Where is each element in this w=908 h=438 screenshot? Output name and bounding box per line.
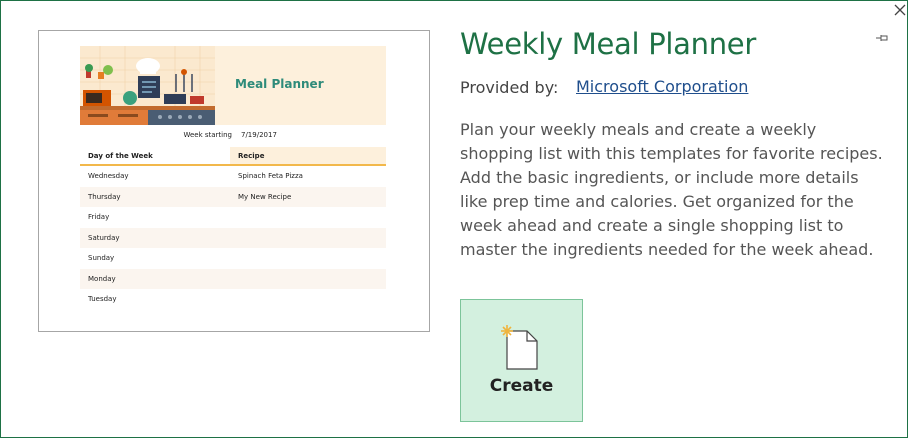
day-cell: Wednesday bbox=[88, 172, 129, 181]
close-icon[interactable] bbox=[893, 3, 907, 17]
table-row: Wednesday Spinach Feta Pizza bbox=[80, 165, 386, 187]
recipe-cell: My New Recipe bbox=[230, 186, 386, 207]
table-row: Saturday bbox=[80, 227, 386, 248]
recipe-cell bbox=[230, 268, 386, 289]
day-cell: Tuesday bbox=[88, 295, 117, 304]
template-dialog: Meal Planner Week starting 7/19/2017 Day… bbox=[0, 0, 908, 438]
preview-banner: Meal Planner bbox=[80, 46, 386, 125]
recipe-cell bbox=[230, 227, 386, 248]
table-row: Thursday My New Recipe bbox=[80, 186, 386, 207]
new-document-icon bbox=[501, 325, 538, 370]
table-row: Sunday bbox=[80, 248, 386, 269]
recipe-cell: Spinach Feta Pizza bbox=[238, 172, 303, 181]
recipe-cell bbox=[230, 289, 386, 310]
template-title: Weekly Meal Planner bbox=[460, 27, 756, 61]
create-button[interactable]: Create bbox=[460, 299, 583, 422]
header-recipe: Recipe bbox=[230, 147, 386, 166]
header-day: Day of the Week bbox=[80, 147, 230, 166]
table-row: Friday bbox=[80, 207, 386, 228]
provided-by-label: Provided by: bbox=[460, 78, 559, 97]
day-cell: Sunday bbox=[88, 254, 115, 263]
preview-week-value: 7/19/2017 bbox=[241, 131, 277, 139]
recipe-cell bbox=[230, 207, 386, 228]
preview-meal-table: Day of the Week Recipe Wednesday Spinach… bbox=[80, 147, 386, 310]
preview-week-row: Week starting 7/19/2017 bbox=[80, 125, 386, 147]
create-label: Create bbox=[489, 376, 554, 396]
pin-icon[interactable] bbox=[875, 33, 889, 43]
preview-sheet: Meal Planner Week starting 7/19/2017 Day… bbox=[80, 46, 386, 310]
table-row: Tuesday bbox=[80, 289, 386, 310]
template-description: Plan your weekly meals and create a week… bbox=[460, 120, 883, 259]
provider-link[interactable]: Microsoft Corporation bbox=[576, 77, 748, 96]
day-cell: Friday bbox=[88, 213, 110, 222]
preview-banner-title: Meal Planner bbox=[235, 77, 324, 91]
table-row: Monday bbox=[80, 268, 386, 289]
kitchen-illustration bbox=[80, 46, 215, 125]
preview-week-label: Week starting bbox=[183, 131, 232, 139]
recipe-cell bbox=[230, 248, 386, 269]
day-cell: Saturday bbox=[80, 227, 230, 248]
day-cell: Thursday bbox=[80, 186, 230, 207]
preview-table-header: Day of the Week Recipe bbox=[80, 147, 386, 166]
template-preview: Meal Planner Week starting 7/19/2017 Day… bbox=[38, 30, 430, 332]
day-cell: Monday bbox=[80, 268, 230, 289]
